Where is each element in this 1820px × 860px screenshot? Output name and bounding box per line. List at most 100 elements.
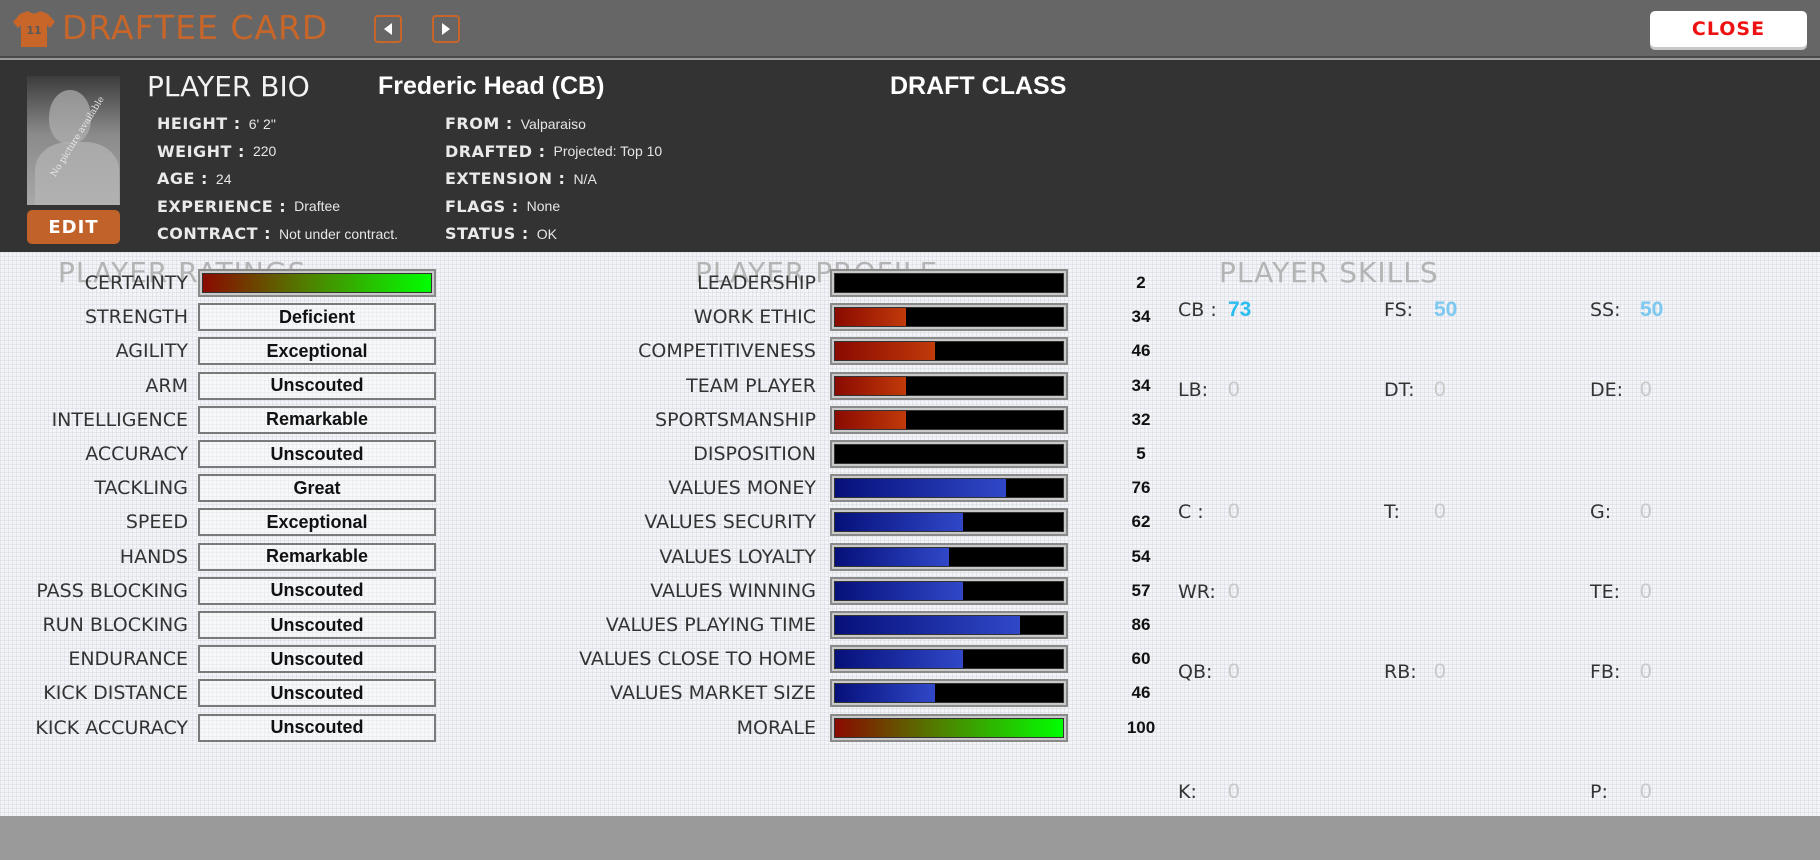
player-bio-heading: PLAYER BIO [147,70,310,103]
skill-value: 0 [1228,580,1240,603]
skill-position: DE: 0 [1590,378,1652,402]
next-player-button[interactable] [432,15,460,43]
profile-bar-fill [835,376,906,395]
field-value: Valparaiso [520,115,586,132]
field-value: 24 [215,170,232,187]
profile-value: 5 [1136,444,1146,463]
profile-value: 46 [1131,341,1151,361]
player-name: Frederic Head (CB) [378,72,605,100]
profile-bar-fill [835,650,963,669]
field-label: AGE : [157,169,208,189]
profile-value: 100 [1126,717,1156,737]
previous-player-button[interactable] [374,15,402,43]
profile-value: 60 [1131,649,1151,669]
field-label: FLAGS : [445,196,519,216]
profile-row: VALUES LOYALTY 54 [0,540,1160,574]
field-label: EXTENSION : [445,169,566,189]
jersey-number: 11 [26,24,41,37]
field-value: Projected: Top 10 [553,143,663,160]
skill-label: SS: [1590,299,1621,321]
profile-bar-track [834,444,1064,464]
field-value: Draftee [294,198,341,215]
skill-label: P: [1590,781,1608,803]
profile-value: 2 [1136,273,1146,292]
profile-bar [830,542,1068,571]
field-value: OK [536,225,557,242]
profile-value: 76 [1131,478,1151,498]
profile-bar [830,645,1068,674]
profile-bar [830,713,1068,742]
skill-label: RB: [1384,661,1417,683]
skill-label: G: [1590,501,1612,523]
profile-bar-fill [835,718,1063,737]
player-bio-panel: No picture available EDIT PLAYER BIO Fre… [0,60,1820,252]
profile-label: MORALE [736,716,816,739]
profile-bar [830,576,1068,605]
window-title: DRAFTEE CARD [62,8,329,47]
profile-row: VALUES MONEY 76 [0,471,1160,505]
profile-label: VALUES SECURITY [644,511,816,534]
field-label: WEIGHT : [157,141,245,161]
chevron-right-icon [442,23,450,35]
skill-label: T: [1384,501,1400,523]
field-value: Not under contract. [278,225,399,242]
field-label: FROM : [445,114,513,134]
profile-label: VALUES MONEY [668,477,816,500]
edit-button[interactable]: EDIT [27,210,120,244]
skill-label: QB: [1178,661,1213,683]
profile-bar-track [834,273,1064,293]
silhouette-body [35,142,119,205]
bio-field-age: AGE : 24 [157,165,398,193]
bio-field-experience: EXPERIENCE : Draftee [157,193,398,221]
main-content: PLAYER RATINGS PLAYER PROFILE PLAYER SKI… [0,252,1820,816]
profile-row: VALUES PLAYING TIME 86 [0,608,1160,642]
profile-bar [830,440,1068,468]
profile-bar-track [834,615,1064,635]
close-button[interactable]: CLOSE [1650,11,1807,47]
field-label: EXPERIENCE : [157,196,287,216]
profile-row: TEAM PLAYER 34 [0,369,1160,403]
profile-row: VALUES CLOSE TO HOME 60 [0,642,1160,676]
profile-bar-fill [835,684,936,703]
skill-value: 50 [1434,298,1458,321]
profile-value: 57 [1131,580,1151,600]
profile-bar [830,269,1068,297]
profile-bar-fill [835,581,963,600]
skill-value: 73 [1228,298,1252,321]
profile-bar [830,679,1068,708]
field-label: DRAFTED : [445,141,546,161]
bio-field-extension: EXTENSION : N/A [445,165,662,193]
skill-label: FS: [1384,299,1414,321]
field-value: 6' 2" [248,115,276,132]
profile-bar-track [834,409,1064,430]
profile-label: TEAM PLAYER [686,374,816,397]
profile-value: 32 [1131,409,1151,429]
profile-label: DISPOSITION [693,443,816,465]
field-label: CONTRACT : [157,224,271,244]
skill-label: K: [1178,781,1197,803]
skill-label: C : [1178,501,1204,523]
field-value: N/A [573,170,597,187]
skill-label: FB: [1590,661,1621,683]
profile-label: VALUES MARKET SIZE [610,682,816,705]
skill-position: K: 0 [1178,780,1240,804]
profile-row: WORK ETHIC 34 [0,300,1160,334]
skill-label: DE: [1590,379,1624,401]
title-bar: 11 DRAFTEE CARD CLOSE [0,0,1820,58]
profile-bar [830,474,1068,503]
bio-field-from: FROM : Valparaiso [445,110,662,138]
skill-value: 0 [1640,780,1652,803]
skill-value: 0 [1640,660,1652,683]
profile-row: VALUES SECURITY 62 [0,505,1160,539]
skill-position: FS: 50 [1384,298,1457,322]
skill-label: TE: [1590,581,1621,603]
profile-row: VALUES MARKET SIZE 46 [0,676,1160,710]
profile-bar [830,508,1068,537]
skill-value: 0 [1228,378,1240,401]
bio-field-weight: WEIGHT : 220 [157,138,398,166]
profile-bar-track [834,683,1064,704]
profile-bar-track [834,478,1064,499]
profile-bar-fill [835,308,906,327]
profile-bar-track [834,580,1064,601]
profile-label: VALUES WINNING [650,579,816,602]
